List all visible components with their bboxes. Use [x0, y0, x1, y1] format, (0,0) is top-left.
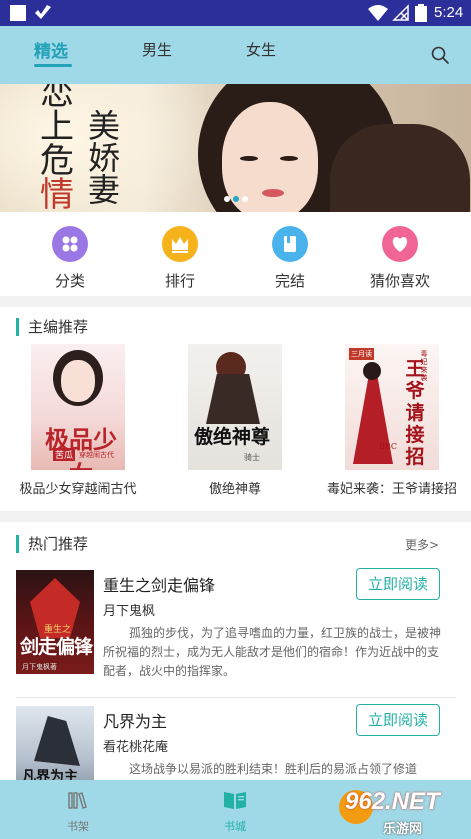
hot-book-item[interactable]: 剑走偏锋 重生之 月下鬼枫著 重生之剑走偏锋 月下鬼枫 孤独的步伐，为了追寻嗜血…	[16, 568, 456, 690]
category-label: 完结	[274, 272, 305, 290]
notification-square-icon	[10, 5, 26, 21]
category-completed[interactable]: 完结	[245, 226, 335, 291]
site-watermark: 962.NET 乐游网	[331, 780, 471, 839]
book-title: 凡界为主	[103, 712, 168, 731]
book-description: 这场战争以易派的胜利结束！胜利后的易派占领了修道	[129, 762, 418, 776]
book-cover: 王爷请接招 三月读 毒妃来袭 BBC	[345, 344, 439, 470]
hot-picks-section: 热门推荐 更多> 剑走偏锋 重生之 月下鬼枫著 重生之剑走偏锋 月下鬼枫 孤独的…	[0, 522, 471, 810]
category-label: 分类	[54, 272, 85, 290]
battery-icon	[415, 4, 427, 22]
notification-check-icon	[35, 5, 51, 19]
category-label: 猜你喜欢	[369, 272, 430, 290]
heart-icon	[382, 226, 418, 262]
nav-label: 书架	[67, 820, 89, 833]
book-cover: 剑走偏锋 重生之 月下鬼枫著	[16, 570, 94, 674]
status-time: 5:24	[434, 4, 464, 21]
category-label: 排行	[164, 272, 195, 290]
more-link[interactable]: 更多>	[405, 536, 439, 553]
tab-male[interactable]: 男生	[142, 39, 172, 60]
book-cover: 极品少女 苦瓜 穿越闹古代	[31, 344, 125, 470]
search-icon[interactable]	[430, 45, 450, 65]
book-title: 极品少女穿越闹古代	[19, 482, 137, 497]
book-title: 傲绝神尊	[208, 482, 261, 497]
category-classify[interactable]: 分类	[25, 226, 115, 291]
banner-title-right: 美 娇 妻	[88, 107, 121, 209]
banner-page-indicator	[224, 196, 254, 204]
tab-active-indicator	[34, 64, 72, 67]
tab-featured[interactable]: 精选	[34, 37, 68, 62]
editor-book-card[interactable]: 傲绝神尊 骑士 傲绝神尊	[160, 344, 310, 497]
crown-icon	[162, 226, 198, 262]
status-bar: 5:24	[0, 0, 471, 26]
book-icon	[272, 226, 308, 262]
page-dot	[224, 196, 230, 202]
nav-bookstore[interactable]: 书城	[205, 790, 265, 834]
nav-bookshelf[interactable]: 书架	[48, 790, 108, 834]
editor-picks-section: 主编推荐 极品少女 苦瓜 穿越闹古代 极品少女穿越闹古代 傲绝神尊 骑士 傲绝神…	[0, 307, 471, 511]
section-title: 热门推荐	[16, 535, 88, 553]
book-description: 孤独的步伐，为了追寻嗜血的力量，红卫族的战士，是被神所祝福的烈士，成为无人能敌才…	[103, 626, 442, 678]
divider	[16, 697, 456, 698]
category-ranking[interactable]: 排行	[135, 226, 225, 291]
grid-icon	[52, 226, 88, 262]
book-title: 重生之剑走偏锋	[103, 576, 216, 595]
wifi-icon	[368, 5, 388, 21]
top-tab-bar: 精选 男生 女生	[0, 26, 471, 84]
section-title: 主编推荐	[16, 318, 88, 336]
page-dot-active	[233, 196, 239, 202]
bookstore-icon	[224, 792, 246, 809]
page-dot	[242, 196, 248, 202]
tab-female[interactable]: 女生	[246, 39, 276, 60]
category-recommend[interactable]: 猜你喜欢	[355, 226, 445, 291]
category-row: 分类 排行 完结 猜你喜欢	[0, 212, 471, 296]
nav-label: 书城	[224, 820, 246, 833]
read-now-button[interactable]: 立即阅读	[356, 568, 440, 600]
banner-carousel[interactable]: 恋 上 危 情 美 娇 妻	[0, 84, 471, 212]
no-signal-icon	[392, 4, 409, 21]
banner-title-left: 恋 上 危 情	[40, 84, 74, 212]
bookshelf-icon	[68, 792, 87, 809]
book-cover: 傲绝神尊 骑士	[188, 344, 282, 470]
read-now-button[interactable]: 立即阅读	[356, 704, 440, 736]
book-author: 月下鬼枫	[103, 604, 156, 619]
book-title: 毒妃来袭：王爷请接招	[326, 482, 457, 497]
editor-book-card[interactable]: 王爷请接招 三月读 毒妃来袭 BBC 毒妃来袭：王爷请接招	[317, 344, 467, 497]
editor-book-card[interactable]: 极品少女 苦瓜 穿越闹古代 极品少女穿越闹古代	[3, 344, 153, 497]
book-author: 看花桃花庵	[103, 740, 169, 755]
